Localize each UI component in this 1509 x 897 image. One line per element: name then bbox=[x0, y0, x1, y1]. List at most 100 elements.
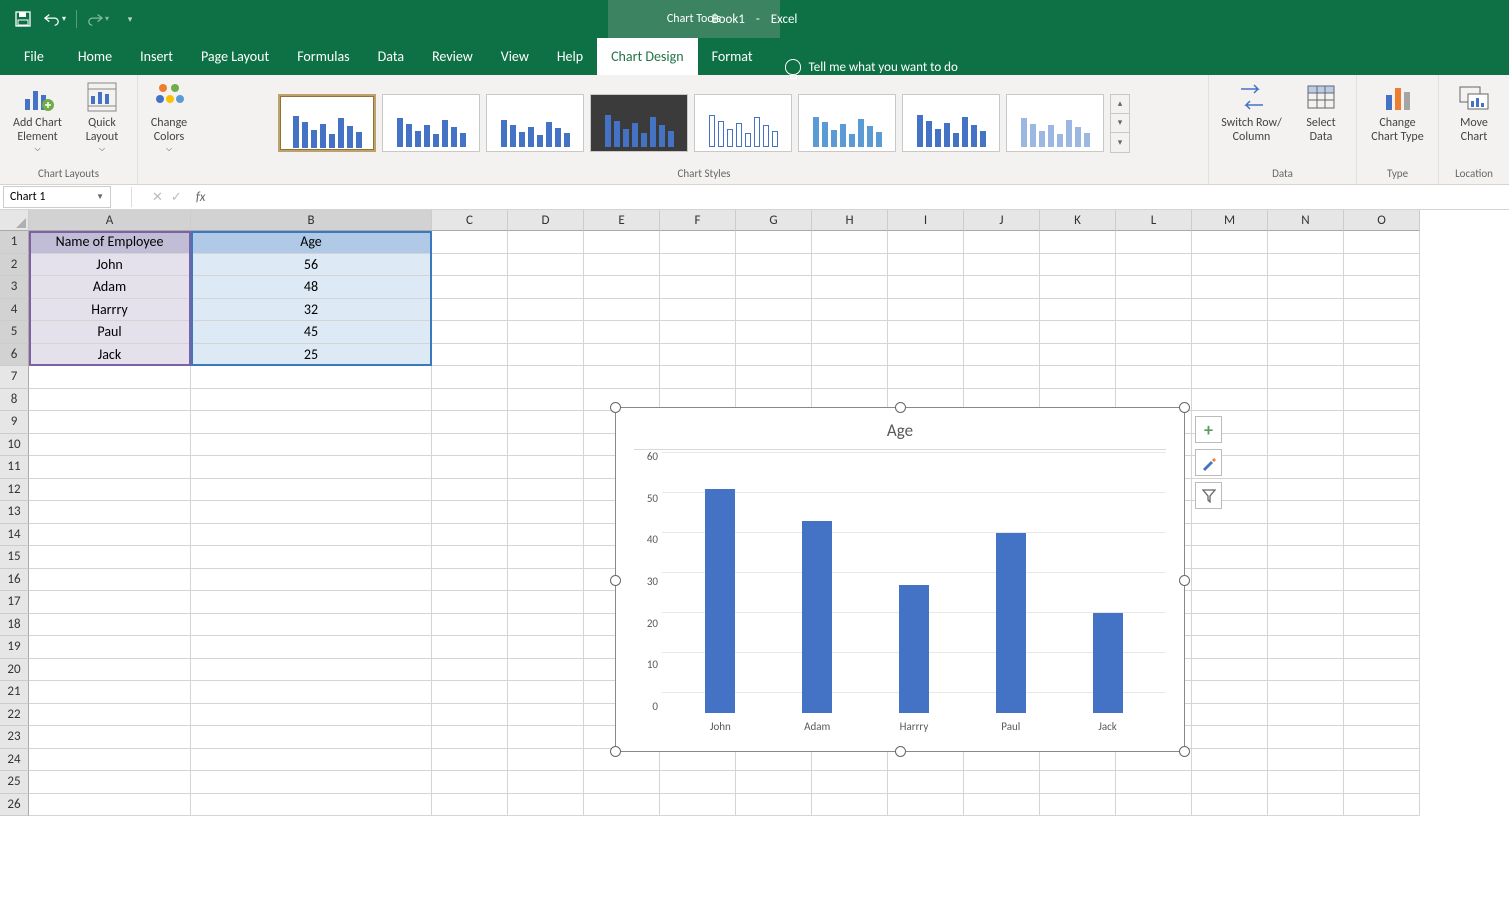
cell-N15[interactable] bbox=[1268, 546, 1344, 569]
row-header-17[interactable]: 17 bbox=[0, 591, 29, 614]
row-header-13[interactable]: 13 bbox=[0, 501, 29, 524]
cell-N4[interactable] bbox=[1268, 299, 1344, 322]
cell-G6[interactable] bbox=[736, 344, 812, 367]
col-header-K[interactable]: K bbox=[1040, 210, 1116, 231]
cell-L3[interactable] bbox=[1116, 276, 1192, 299]
undo-icon[interactable]: ▾ bbox=[44, 8, 66, 30]
cell-K1[interactable] bbox=[1040, 231, 1116, 254]
cell-H1[interactable] bbox=[812, 231, 888, 254]
cell-C26[interactable] bbox=[432, 794, 508, 817]
row-header-14[interactable]: 14 bbox=[0, 524, 29, 547]
row-header-20[interactable]: 20 bbox=[0, 659, 29, 682]
cell-B16[interactable] bbox=[191, 569, 432, 592]
cell-B3[interactable]: 48 bbox=[191, 276, 432, 299]
cell-N22[interactable] bbox=[1268, 704, 1344, 727]
chart-style-6[interactable] bbox=[798, 94, 896, 152]
tab-review[interactable]: Review bbox=[418, 38, 487, 75]
cell-D2[interactable] bbox=[508, 254, 584, 277]
cell-A5[interactable]: Paul bbox=[29, 321, 191, 344]
chart-style-2[interactable] bbox=[382, 94, 480, 152]
cell-A12[interactable] bbox=[29, 479, 191, 502]
cell-O11[interactable] bbox=[1344, 456, 1420, 479]
cell-A8[interactable] bbox=[29, 389, 191, 412]
cell-O9[interactable] bbox=[1344, 411, 1420, 434]
col-header-C[interactable]: C bbox=[432, 210, 508, 231]
cell-D8[interactable] bbox=[508, 389, 584, 412]
cell-G3[interactable] bbox=[736, 276, 812, 299]
row-header-18[interactable]: 18 bbox=[0, 614, 29, 637]
cell-E7[interactable] bbox=[584, 366, 660, 389]
row-header-16[interactable]: 16 bbox=[0, 569, 29, 592]
cell-C23[interactable] bbox=[432, 726, 508, 749]
cell-M21[interactable] bbox=[1192, 681, 1268, 704]
cell-I6[interactable] bbox=[888, 344, 964, 367]
cell-J1[interactable] bbox=[964, 231, 1040, 254]
cell-N26[interactable] bbox=[1268, 794, 1344, 817]
cell-A7[interactable] bbox=[29, 366, 191, 389]
cell-H26[interactable] bbox=[812, 794, 888, 817]
cell-C20[interactable] bbox=[432, 659, 508, 682]
col-header-H[interactable]: H bbox=[812, 210, 888, 231]
cell-A23[interactable] bbox=[29, 726, 191, 749]
row-header-7[interactable]: 7 bbox=[0, 366, 29, 389]
style-nav-1[interactable]: ▾ bbox=[1111, 114, 1129, 133]
cell-O5[interactable] bbox=[1344, 321, 1420, 344]
cell-C5[interactable] bbox=[432, 321, 508, 344]
chart-title[interactable]: Age bbox=[634, 420, 1166, 441]
cell-C1[interactable] bbox=[432, 231, 508, 254]
row-header-4[interactable]: 4 bbox=[0, 299, 29, 322]
chart-style-1[interactable] bbox=[278, 94, 376, 152]
cell-B1[interactable]: Age bbox=[191, 231, 432, 254]
select-all-corner[interactable] bbox=[0, 210, 29, 231]
cell-N14[interactable] bbox=[1268, 524, 1344, 547]
cell-C6[interactable] bbox=[432, 344, 508, 367]
cell-D3[interactable] bbox=[508, 276, 584, 299]
cell-B25[interactable] bbox=[191, 771, 432, 794]
cell-M1[interactable] bbox=[1192, 231, 1268, 254]
cell-O19[interactable] bbox=[1344, 636, 1420, 659]
cell-C4[interactable] bbox=[432, 299, 508, 322]
cell-N3[interactable] bbox=[1268, 276, 1344, 299]
cell-G2[interactable] bbox=[736, 254, 812, 277]
cell-H4[interactable] bbox=[812, 299, 888, 322]
cell-C11[interactable] bbox=[432, 456, 508, 479]
cell-L26[interactable] bbox=[1116, 794, 1192, 817]
cell-O8[interactable] bbox=[1344, 389, 1420, 412]
row-header-10[interactable]: 10 bbox=[0, 434, 29, 457]
cell-I2[interactable] bbox=[888, 254, 964, 277]
cell-N17[interactable] bbox=[1268, 591, 1344, 614]
cell-N6[interactable] bbox=[1268, 344, 1344, 367]
cell-C17[interactable] bbox=[432, 591, 508, 614]
tab-home[interactable]: Home bbox=[64, 38, 126, 75]
cell-E2[interactable] bbox=[584, 254, 660, 277]
tell-me-search[interactable]: Tell me what you want to do bbox=[767, 59, 976, 75]
cell-O3[interactable] bbox=[1344, 276, 1420, 299]
cell-G26[interactable] bbox=[736, 794, 812, 817]
cell-O16[interactable] bbox=[1344, 569, 1420, 592]
chart-style-7[interactable] bbox=[902, 94, 1000, 152]
cell-E26[interactable] bbox=[584, 794, 660, 817]
cell-F5[interactable] bbox=[660, 321, 736, 344]
cell-D12[interactable] bbox=[508, 479, 584, 502]
cell-B13[interactable] bbox=[191, 501, 432, 524]
cell-H3[interactable] bbox=[812, 276, 888, 299]
tab-formulas[interactable]: Formulas bbox=[283, 38, 363, 75]
chart-filters-button[interactable] bbox=[1195, 482, 1222, 509]
cell-C9[interactable] bbox=[432, 411, 508, 434]
cell-C16[interactable] bbox=[432, 569, 508, 592]
cell-A17[interactable] bbox=[29, 591, 191, 614]
cell-M24[interactable] bbox=[1192, 749, 1268, 772]
save-icon[interactable] bbox=[12, 8, 34, 30]
cell-D11[interactable] bbox=[508, 456, 584, 479]
cell-N8[interactable] bbox=[1268, 389, 1344, 412]
cell-H6[interactable] bbox=[812, 344, 888, 367]
cell-I7[interactable] bbox=[888, 366, 964, 389]
cell-A26[interactable] bbox=[29, 794, 191, 817]
cell-B18[interactable] bbox=[191, 614, 432, 637]
cell-O15[interactable] bbox=[1344, 546, 1420, 569]
cell-M22[interactable] bbox=[1192, 704, 1268, 727]
cell-N5[interactable] bbox=[1268, 321, 1344, 344]
cell-M2[interactable] bbox=[1192, 254, 1268, 277]
chart-style-3[interactable] bbox=[486, 94, 584, 152]
enter-formula-icon[interactable]: ✓ bbox=[171, 190, 182, 205]
